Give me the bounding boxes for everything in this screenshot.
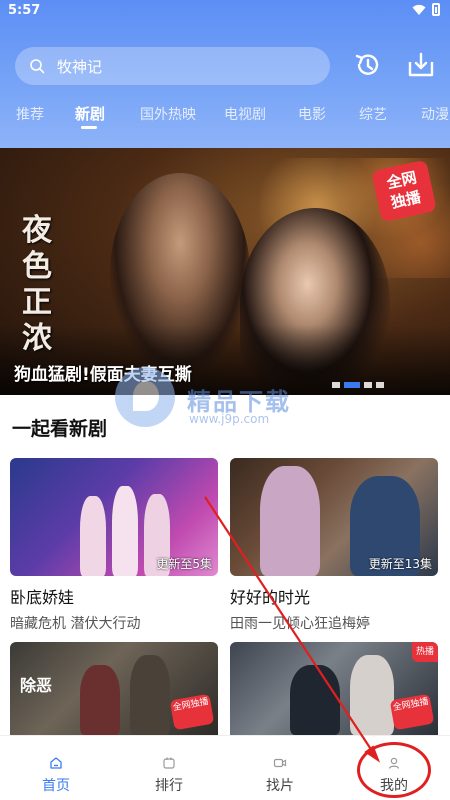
nav-find-video-label: 找片 (266, 778, 294, 794)
drama-card[interactable]: 热播 全网独播 (230, 642, 438, 735)
nav-home[interactable]: 首页 (26, 756, 86, 795)
tab-recommend[interactable]: 推荐 (16, 104, 44, 124)
nav-ranking[interactable]: 排行 (139, 756, 199, 795)
exclusive-badge: 全网独播 (169, 693, 215, 731)
banner-dot (376, 382, 384, 388)
watermark-url: www.j9p.com (189, 412, 270, 426)
drama-card[interactable]: 更新至5集 卧底娇娃 暗藏危机 潜伏大行动 (10, 458, 218, 633)
watermark-logo (115, 367, 175, 427)
search-icon (30, 59, 45, 74)
download-button[interactable] (404, 48, 438, 82)
drama-poster: 除恶 全网独播 (10, 642, 218, 735)
drama-card[interactable]: 除恶 全网独播 (10, 642, 218, 735)
banner-calligraphy-title: 夜色正浓 (22, 213, 52, 356)
battery-icon (432, 3, 440, 16)
search-query: 牧神记 (57, 57, 103, 76)
episode-badge: 更新至13集 (368, 557, 432, 571)
tab-foreign-hits[interactable]: 国外热映 (140, 104, 196, 124)
home-icon (50, 757, 62, 769)
poster-title: 除恶 (20, 676, 53, 695)
history-button[interactable] (351, 48, 385, 82)
search-input[interactable]: 牧神记 (15, 47, 330, 85)
nav-home-label: 首页 (42, 778, 70, 794)
banner-dot (364, 382, 372, 388)
drama-poster: 更新至5集 (10, 458, 218, 576)
tab-variety[interactable]: 综艺 (359, 104, 387, 124)
drama-poster: 热播 全网独播 (230, 642, 438, 735)
nav-find-video[interactable]: 找片 (250, 756, 310, 795)
video-icon (273, 758, 287, 768)
status-time: 5:57 (8, 3, 41, 18)
tab-tv-series[interactable]: 电视剧 (224, 104, 266, 124)
annotation-circle (357, 742, 431, 798)
history-icon (355, 54, 379, 75)
tab-new-drama[interactable]: 新剧 (75, 103, 105, 124)
section-title: 一起看新剧 (12, 418, 108, 440)
category-tabs: 推荐 新剧 国外热映 电视剧 电影 综艺 动漫 (0, 100, 450, 130)
drama-card[interactable]: 更新至13集 好好的时光 田雨一见倾心狂追梅婷 (230, 458, 438, 633)
episode-badge: 更新至5集 (156, 557, 212, 571)
ranking-icon (163, 757, 175, 769)
watermark: 精品下载 www.j9p.com (115, 362, 355, 432)
drama-poster: 更新至13集 (230, 458, 438, 576)
tab-movies[interactable]: 电影 (298, 104, 326, 124)
drama-title: 卧底娇娃 (10, 588, 75, 607)
hot-tag: 热播 (412, 642, 438, 662)
active-tab-indicator (81, 126, 97, 129)
status-bar: 5:57 (0, 0, 450, 22)
download-icon (408, 52, 434, 77)
nav-ranking-label: 排行 (155, 778, 183, 794)
drama-subtitle: 暗藏危机 潜伏大行动 (10, 616, 141, 632)
drama-subtitle: 田雨一见倾心狂追梅婷 (230, 616, 370, 632)
tab-anime[interactable]: 动漫 (421, 104, 449, 124)
status-icons (412, 3, 440, 16)
exclusive-badge: 全网独播 (389, 693, 435, 731)
wifi-icon (412, 4, 426, 15)
drama-title: 好好的时光 (230, 588, 311, 607)
